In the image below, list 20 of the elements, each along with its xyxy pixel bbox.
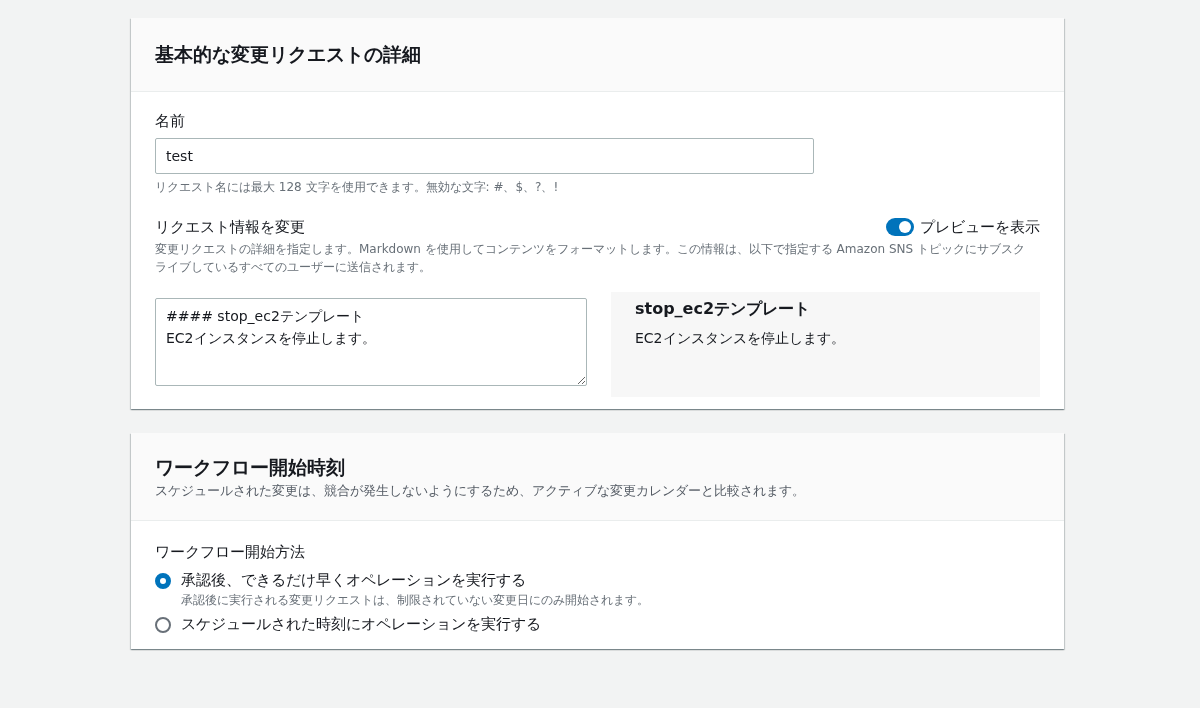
radio-label: スケジュールされた時刻にオペレーションを実行する bbox=[181, 614, 541, 635]
field-description: 変更リクエストの詳細を指定します。Markdown を使用してコンテンツをフォーマットします。この情報は、以下で指定する Amazon SNS トピックにサブスクライブしているすべてのユーザーに送信されます。 bbox=[155, 241, 1026, 276]
section-subtitle: スケジュールされた変更は、競合が発生しないようにするため、アクティブな変更カレンダーと比較されます。 bbox=[155, 483, 806, 500]
field-label: リクエスト情報を変更 bbox=[155, 217, 305, 238]
radio-button[interactable] bbox=[155, 573, 171, 589]
preview-text: EC2インスタンスを停止します。 bbox=[635, 330, 846, 348]
radio-label: 承認後、できるだけ早くオペレーションを実行する bbox=[181, 570, 527, 591]
section-title: 基本的な変更リクエストの詳細 bbox=[155, 42, 422, 67]
section-title: ワークフロー開始時刻 bbox=[155, 455, 346, 480]
markdown-text-area[interactable]: #### stop_ec2テンプレート EC2インスタンスを停止します。 bbox=[155, 298, 587, 386]
toggle-label: プレビューを表示 bbox=[920, 217, 1040, 237]
preview-heading: stop_ec2テンプレート bbox=[635, 298, 812, 320]
option-hint: 承認後に実行される変更リクエストは、制限されていない変更日にのみ開始されます。 bbox=[181, 592, 649, 609]
name-input-field[interactable]: test bbox=[155, 138, 814, 174]
toggle-switch[interactable] bbox=[886, 218, 914, 236]
radio-button[interactable] bbox=[155, 617, 171, 633]
field-hint: リクエスト名には最大 128 文字を使用できます。無効な文字: #、$、?、! bbox=[155, 179, 560, 196]
field-label: ワークフロー開始方法 bbox=[155, 542, 306, 563]
preview-toggle[interactable]: プレビューを表示 bbox=[886, 217, 1040, 237]
field-label: 名前 bbox=[155, 111, 186, 132]
